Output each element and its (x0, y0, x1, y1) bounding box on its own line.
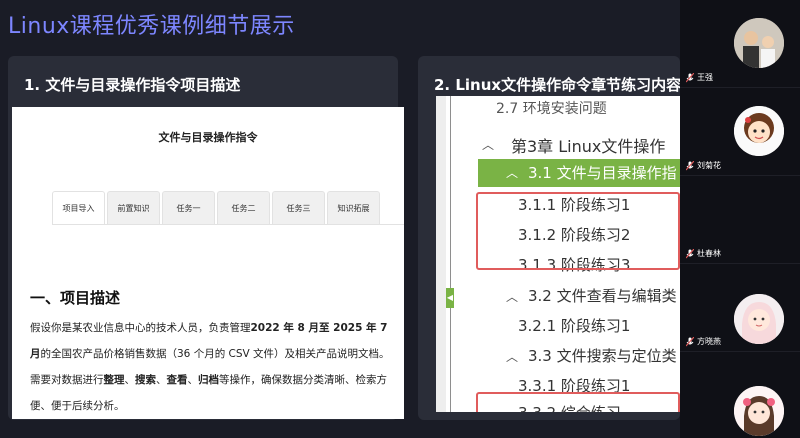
participant-tile[interactable]: 方晓燕 (680, 264, 800, 352)
participant-tile[interactable]: 刘菊花 (680, 88, 800, 176)
toc-rail (436, 96, 446, 412)
tab-knowledge-extension[interactable]: 知识拓展 (327, 191, 380, 225)
mic-off-icon (686, 160, 694, 170)
toc-item-3-3[interactable]: 3.3 文件搜索与定位类 (528, 345, 677, 366)
mic-off-icon (686, 72, 694, 82)
participant-name: 方晓燕 (686, 336, 721, 347)
document-heading: 文件与目录操作指令 (158, 131, 258, 144)
section-title: 一、项目描述 (30, 289, 121, 307)
highlight-box (476, 192, 680, 270)
participant-name: 杜春林 (686, 248, 721, 259)
highlight-box (476, 392, 680, 412)
chevron-up-icon[interactable]: ︿ (506, 164, 518, 181)
collapse-handle-icon[interactable]: ◀ (446, 288, 454, 308)
chevron-up-icon[interactable]: ︿ (506, 288, 518, 305)
participant-tile[interactable] (680, 352, 800, 438)
toc-item-2-7[interactable]: 2.7 环境安装问题 (496, 98, 607, 118)
project-description-paragraph: 假设你是某农业信息中心的技术人员，负责管理2022 年 8 月至 2025 年 … (30, 322, 390, 412)
toc-item-3-1[interactable]: 3.1 文件与目录操作指 (528, 162, 677, 183)
tab-task-one[interactable]: 任务一 (162, 191, 215, 225)
document-preview: 文件与目录操作指令 项目导入 前置知识 任务一 任务二 任务三 知识拓展 一、项… (12, 107, 404, 419)
participant-name: 王强 (686, 72, 713, 83)
participant-name: 刘菊花 (686, 160, 721, 171)
tab-prerequisite[interactable]: 前置知识 (107, 191, 160, 225)
toc-border (450, 96, 451, 412)
toc-item-chapter-3[interactable]: 第3章 Linux文件操作 (511, 133, 665, 157)
project-description-title: 1. 文件与目录操作指令项目描述 (24, 76, 241, 94)
document-tabs: 项目导入 前置知识 任务一 任务二 任务三 知识拓展 (52, 191, 380, 225)
tab-project-intro[interactable]: 项目导入 (52, 191, 105, 225)
tab-task-three[interactable]: 任务三 (272, 191, 325, 225)
chapter-toc: ◀ 2.7 环境安装问题 ︿ 第3章 Linux文件操作 ︿ 3.1 文件与目录… (436, 96, 680, 412)
participants-panel: 王强 刘菊花 杜春林 方晓燕 (680, 0, 800, 438)
participant-tile[interactable]: 王强 (680, 0, 800, 88)
toc-item-3-2-1[interactable]: 3.2.1 阶段练习1 (518, 315, 630, 336)
tab-task-two[interactable]: 任务二 (217, 191, 270, 225)
mic-off-icon (686, 248, 694, 258)
slide-title: Linux课程优秀课例细节展示 (8, 14, 295, 39)
toc-item-3-2[interactable]: 3.2 文件查看与编辑类 (528, 285, 677, 306)
avatar (734, 294, 784, 344)
chevron-up-icon[interactable]: ︿ (482, 136, 494, 153)
chevron-up-icon[interactable]: ︿ (506, 348, 518, 365)
avatar (734, 106, 784, 156)
avatar (734, 386, 784, 436)
chapter-exercises-title: 2. Linux文件操作命令章节练习内容 (434, 76, 682, 94)
avatar (734, 18, 784, 68)
tab-divider (52, 224, 404, 225)
participant-tile[interactable]: 杜春林 (680, 176, 800, 264)
mic-off-icon (686, 336, 694, 346)
